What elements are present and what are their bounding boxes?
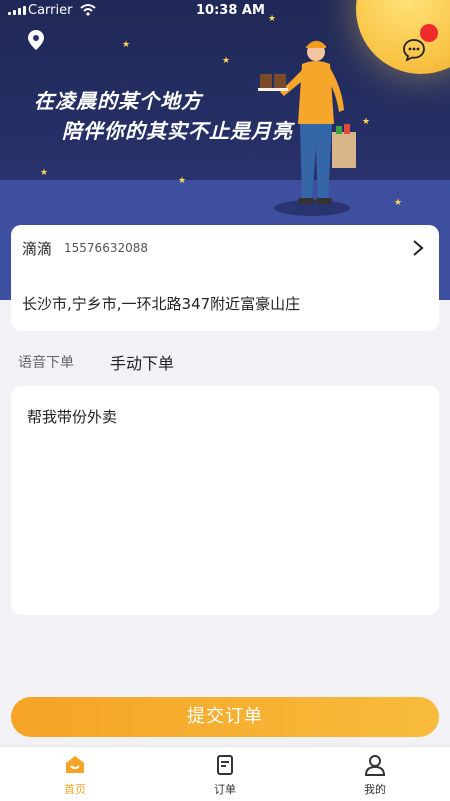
tab-voice-order[interactable]: 语音下单 — [18, 352, 74, 372]
contact-row: 滴滴 15576632088 — [22, 237, 428, 259]
home-icon — [66, 756, 84, 773]
star-icon: ★ — [394, 198, 403, 208]
star-icon: ★ — [222, 56, 231, 66]
tab-home-label: 首页 — [64, 783, 86, 796]
submit-order-button[interactable]: 提交订单 — [11, 697, 439, 737]
order-note-text: 帮我带份外卖 — [27, 408, 118, 426]
tab-orders-label: 订单 — [214, 783, 236, 796]
profile-icon — [364, 755, 386, 776]
slogan-line-2: 陪伴你的其实不止是月亮 — [62, 119, 293, 143]
order-mode-tabs: 语音下单 手动下单 — [18, 350, 174, 374]
wifi-icon — [80, 4, 96, 16]
contact-phone: 15576632088 — [64, 241, 148, 255]
address-card[interactable]: 滴滴 15576632088 长沙市,宁乡市,一环北路347附近富豪山庄 — [11, 225, 439, 331]
bottom-tab-bar: 首页 订单 我的 — [0, 746, 450, 801]
tab-orders[interactable]: 订单 — [185, 753, 265, 797]
slogan-line-1: 在凌晨的某个地方 — [34, 89, 202, 113]
delivery-address: 长沙市,宁乡市,一环北路347附近富豪山庄 — [22, 295, 301, 313]
star-icon: ★ — [122, 40, 131, 50]
chevron-right-icon[interactable] — [411, 239, 425, 257]
tab-profile-label: 我的 — [364, 783, 386, 796]
tab-home[interactable]: 首页 — [35, 753, 115, 797]
status-time: 10:38 AM — [196, 3, 265, 18]
hero-slogan: 在凌晨的某个地方 陪伴你的其实不止是月亮 — [34, 86, 293, 146]
status-bar: Carrier 10:38 AM — [0, 0, 450, 22]
order-note-input[interactable]: 帮我带份外卖 — [11, 386, 439, 615]
star-icon: ★ — [178, 176, 187, 186]
tab-manual-order[interactable]: 手动下单 — [110, 350, 174, 374]
order-icon — [217, 755, 233, 775]
chat-bubble-icon[interactable] — [402, 38, 426, 62]
cellular-signal-icon — [8, 6, 26, 15]
contact-name: 滴滴 — [22, 239, 53, 258]
star-icon: ★ — [40, 168, 49, 178]
location-pin-icon[interactable] — [27, 29, 45, 51]
notification-dot[interactable] — [420, 24, 438, 42]
carrier-label: Carrier — [28, 3, 73, 18]
tab-profile[interactable]: 我的 — [335, 753, 415, 797]
